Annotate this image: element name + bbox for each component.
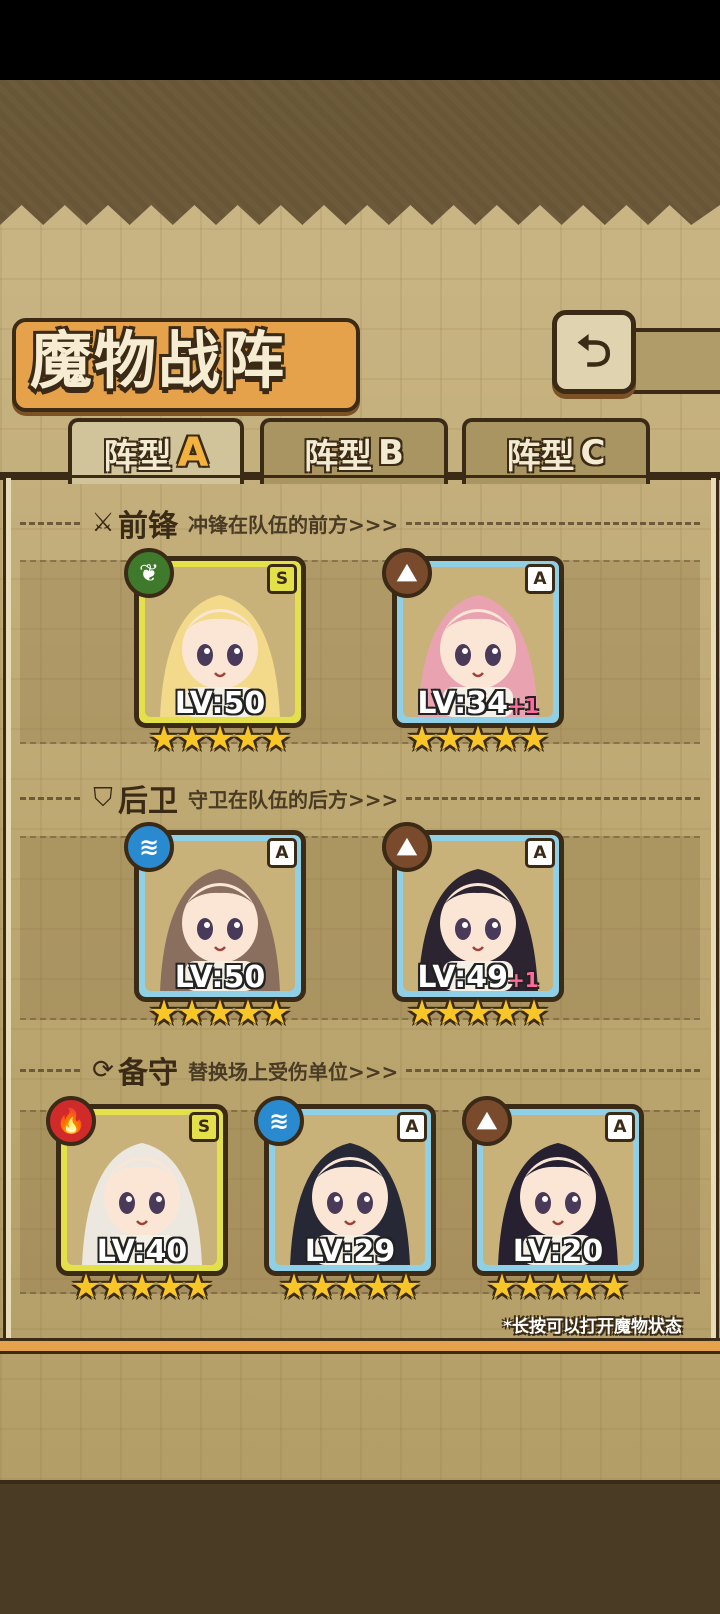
long-press-hint: *长按可以打开魔物状态: [503, 1317, 682, 1337]
star-rating: ★ ★ ★ ★ ★: [472, 1270, 644, 1304]
level-label: LV:34+1: [397, 686, 559, 721]
level-bonus: +1: [507, 968, 539, 992]
level-label: LV:50: [139, 686, 301, 721]
star-rating: ★ ★ ★ ★ ★: [392, 996, 564, 1030]
star-rating: ★ ★ ★ ★ ★: [134, 722, 306, 756]
level-label: LV:40: [61, 1234, 223, 1269]
mountain-icon: ⛰: [462, 1096, 512, 1146]
tab-formation-c[interactable]: 阵型 C: [462, 418, 650, 484]
sword-icon: ⚔: [91, 508, 115, 538]
level-text: LV:50: [174, 686, 266, 721]
tab-letter: B: [378, 433, 404, 473]
flame-icon: 🔥: [46, 1096, 96, 1146]
rank-badge: S: [267, 564, 297, 594]
section-header-rear: ⛉ 后卫 守卫在队伍的后方>>>: [20, 775, 700, 821]
tab-label: 阵型: [506, 436, 575, 477]
level-text: LV:20: [512, 1234, 604, 1269]
back-button[interactable]: ⮌: [552, 310, 636, 394]
star-icon: ★: [260, 719, 292, 759]
mountain-icon: ⛰: [382, 822, 432, 872]
title-bar-stripe: [630, 328, 720, 394]
section-desc: 守卫在队伍的后方>>>: [188, 787, 399, 812]
level-text: LV:34: [417, 686, 508, 721]
level-text: LV:40: [96, 1234, 188, 1269]
star-icon: ★: [182, 1267, 214, 1307]
star-icon: ★: [518, 719, 550, 759]
section-header-reserve: ⟳ 备守 替换场上受伤单位>>>: [20, 1047, 700, 1093]
slot-band-front: [20, 560, 700, 744]
rank-badge: S: [189, 1112, 219, 1142]
tab-formation-a[interactable]: 阵型 A: [68, 418, 244, 484]
bottom-background: [0, 1480, 720, 1614]
tab-label: 阵型: [103, 436, 172, 477]
rank-badge: A: [605, 1112, 635, 1142]
level-bonus: +1: [507, 694, 539, 718]
slot-band-rear: [20, 836, 700, 1020]
rank-badge: A: [267, 838, 297, 868]
section-desc: 替换场上受伤单位>>>: [188, 1059, 399, 1084]
panel-footer-bar: [0, 1338, 720, 1354]
section-header-front: ⚔ 前锋 冲锋在队伍的前方>>>: [20, 500, 700, 546]
level-label: LV:20: [477, 1234, 639, 1269]
tab-letter: C: [580, 433, 606, 473]
star-icon: ★: [518, 993, 550, 1033]
rank-badge: A: [525, 838, 555, 868]
leaf-icon: ❦: [124, 548, 174, 598]
water-wave-icon: ≋: [124, 822, 174, 872]
star-rating: ★ ★ ★ ★ ★: [56, 1270, 228, 1304]
star-icon: ★: [598, 1267, 630, 1307]
level-text: LV:50: [174, 960, 266, 995]
return-arrow-icon: ⮌: [576, 326, 612, 377]
star-rating: ★ ★ ★ ★ ★: [134, 996, 306, 1030]
star-icon: ★: [390, 1267, 422, 1307]
tab-label: 阵型: [304, 436, 373, 477]
shield-icon: ⛉: [93, 782, 113, 813]
rank-badge: A: [525, 564, 555, 594]
section-name: 后卫: [118, 784, 178, 819]
tab-letter: A: [177, 430, 209, 476]
mountain-icon: ⛰: [382, 548, 432, 598]
rank-badge: A: [397, 1112, 427, 1142]
level-label: LV:49+1: [397, 960, 559, 995]
section-name: 前锋: [118, 509, 178, 544]
star-icon: ★: [260, 993, 292, 1033]
level-label: LV:50: [139, 960, 301, 995]
section-desc: 冲锋在队伍的前方>>>: [188, 512, 399, 537]
star-rating: ★ ★ ★ ★ ★: [392, 722, 564, 756]
tab-formation-b[interactable]: 阵型 B: [260, 418, 448, 484]
level-text: LV:49: [417, 960, 508, 995]
page-title: 魔物战阵: [30, 324, 287, 397]
level-text: LV:29: [304, 1234, 396, 1269]
star-rating: ★ ★ ★ ★ ★: [264, 1270, 436, 1304]
level-label: LV:29: [269, 1234, 431, 1269]
water-wave-icon: ≋: [254, 1096, 304, 1146]
section-name: 备守: [118, 1056, 178, 1091]
swap-icon: ⟳: [92, 1055, 114, 1085]
